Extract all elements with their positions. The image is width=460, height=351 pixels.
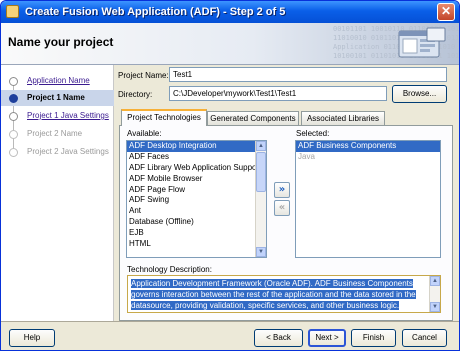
list-item[interactable]: Java	[296, 152, 440, 163]
available-label: Available:	[127, 129, 162, 138]
scroll-thumb[interactable]	[256, 152, 266, 192]
step-marker-icon	[9, 148, 18, 157]
browse-button[interactable]: Browse...	[392, 85, 447, 103]
tab-associated-libraries[interactable]: Associated Libraries	[301, 111, 385, 125]
move-left-icon: «	[278, 202, 286, 213]
list-item[interactable]: HTML	[127, 239, 266, 250]
step-marker-icon	[9, 94, 18, 103]
next-button[interactable]: Next >	[308, 329, 346, 347]
directory-label: Directory:	[118, 90, 153, 99]
step-project-2-name: Project 2 Name	[1, 126, 114, 142]
list-item[interactable]: ADF Swing	[127, 195, 266, 206]
list-item[interactable]: EJB	[127, 228, 266, 239]
help-button[interactable]: Help	[9, 329, 55, 347]
description-text: Application Development Framework (Oracl…	[131, 279, 416, 310]
step-label: Project 2 Name	[27, 129, 83, 138]
list-item[interactable]: ADF Mobile Browser	[127, 174, 266, 185]
tab-project-technologies[interactable]: Project Technologies	[121, 109, 207, 126]
list-item[interactable]: ADF Desktop Integration	[127, 141, 266, 152]
available-list[interactable]: ADF Desktop Integration ADF Faces ADF Li…	[126, 140, 267, 258]
finish-button[interactable]: Finish	[351, 329, 396, 347]
scroll-up-icon[interactable]: ▲	[256, 141, 266, 151]
step-label: Application Name	[27, 76, 90, 85]
wizard-steps-nav: Application Name Project 1 Name Project …	[1, 65, 114, 321]
wizard-header: Name your project 00101101 10010110 0110…	[1, 23, 459, 65]
scroll-up-icon[interactable]: ▲	[430, 276, 440, 286]
page-title: Name your project	[8, 35, 114, 49]
selected-list[interactable]: ADF Business Components Java	[295, 140, 441, 258]
step-marker-icon	[9, 112, 18, 121]
step-project-2-java-settings: Project 2 Java Settings	[1, 144, 114, 160]
app-icon	[6, 5, 19, 18]
add-technology-button[interactable]: »	[274, 182, 290, 198]
back-button[interactable]: < Back	[254, 329, 303, 347]
selected-label: Selected:	[296, 129, 330, 138]
close-button[interactable]: ✕	[437, 3, 455, 21]
technology-description-label: Technology Description:	[127, 265, 212, 274]
step-label: Project 2 Java Settings	[27, 147, 109, 156]
step-label: Project 1 Name	[27, 93, 85, 102]
step-project-1-name[interactable]: Project 1 Name	[1, 90, 114, 106]
description-scrollbar[interactable]: ▲ ▼	[429, 276, 440, 312]
remove-technology-button[interactable]: «	[274, 200, 290, 216]
cancel-button[interactable]: Cancel	[402, 329, 447, 347]
list-item[interactable]: Database (Offline)	[127, 217, 266, 228]
list-item[interactable]: ADF Library Web Application Support	[127, 163, 266, 174]
available-scrollbar[interactable]: ▲ ▼	[255, 141, 266, 257]
title-bar[interactable]: Create Fusion Web Application (ADF) - St…	[1, 1, 459, 23]
list-item[interactable]: ADF Page Flow	[127, 185, 266, 196]
project-name-input[interactable]: Test1	[169, 67, 447, 82]
footer-separator	[1, 321, 459, 322]
step-application-name[interactable]: Application Name	[1, 73, 114, 89]
step-label: Project 1 Java Settings	[27, 111, 109, 120]
list-item[interactable]: Ant	[127, 206, 266, 217]
step-project-1-java-settings[interactable]: Project 1 Java Settings	[1, 108, 114, 124]
step-marker-icon	[9, 130, 18, 139]
wizard-window: Create Fusion Web Application (ADF) - St…	[0, 0, 460, 351]
scroll-down-icon[interactable]: ▼	[256, 247, 266, 257]
step-marker-icon	[9, 77, 18, 86]
project-name-label: Project Name:	[118, 71, 169, 80]
tab-generated-components[interactable]: Generated Components	[207, 111, 299, 125]
list-item[interactable]: ADF Faces	[127, 152, 266, 163]
window-title: Create Fusion Web Application (ADF) - St…	[25, 6, 286, 18]
directory-input[interactable]: C:\JDeveloper\mywork\Test1\Test1	[169, 86, 387, 101]
wizard-illustration-icon	[398, 27, 446, 58]
technology-description-text[interactable]: Application Development Framework (Oracl…	[127, 275, 441, 313]
list-item[interactable]: ADF Business Components	[296, 141, 440, 152]
move-right-icon: »	[278, 184, 286, 195]
scroll-down-icon[interactable]: ▼	[430, 302, 440, 312]
